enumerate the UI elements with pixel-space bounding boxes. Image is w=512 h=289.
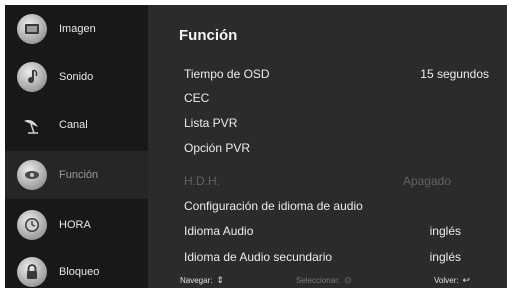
menu-row-label: H.D.H. bbox=[184, 174, 220, 188]
back-hint-label: Volver: bbox=[434, 276, 459, 285]
menu-row-secondary-audio-language[interactable]: Idioma de Audio secundario inglés bbox=[184, 250, 489, 270]
main-panel: Función Tiempo de OSD 15 segundos CEC Li… bbox=[148, 5, 507, 288]
sidebar-item-funcion[interactable]: Función bbox=[5, 151, 148, 199]
sidebar-item-label: Función bbox=[59, 169, 99, 181]
function-icon bbox=[17, 160, 47, 190]
footer-hints: Navegar: ⇕ Seleccionar: ⊙ Volver: ↩ bbox=[180, 275, 487, 288]
menu-row-label: Tiempo de OSD bbox=[184, 67, 270, 81]
menu-row-value: inglés bbox=[429, 224, 461, 238]
select-hint: Seleccionar: ⊙ bbox=[296, 275, 352, 286]
sidebar: Imagen Sonido Canal Función HORA Bloqueo bbox=[5, 5, 148, 288]
menu-row-pvr-option[interactable]: Opción PVR bbox=[184, 141, 489, 161]
satellite-dish-icon bbox=[17, 110, 47, 140]
sidebar-item-hora[interactable]: HORA bbox=[5, 201, 148, 249]
menu-row-label: Opción PVR bbox=[184, 141, 251, 155]
back-arrow-icon: ↩ bbox=[462, 275, 471, 285]
menu-row-label: CEC bbox=[184, 91, 210, 105]
menu-row-value: inglés bbox=[429, 250, 461, 264]
menu-row-value: 15 segundos bbox=[420, 67, 489, 81]
navigate-hint: Navegar: ⇕ bbox=[180, 275, 224, 286]
select-hint-label: Seleccionar: bbox=[296, 276, 341, 285]
sidebar-item-canal[interactable]: Canal bbox=[5, 101, 148, 149]
back-hint: Volver: ↩ bbox=[434, 275, 470, 286]
sidebar-item-label: Imagen bbox=[59, 23, 96, 35]
ok-icon: ⊙ bbox=[344, 275, 352, 285]
sidebar-item-sonido[interactable]: Sonido bbox=[5, 53, 148, 101]
sidebar-item-label: Sonido bbox=[59, 71, 94, 83]
menu-row-audio-language[interactable]: Idioma Audio inglés bbox=[184, 224, 489, 244]
menu-row-hdh: H.D.H. Apagado bbox=[184, 174, 489, 194]
sidebar-item-label: Bloqueo bbox=[59, 266, 100, 278]
navigate-arrows-icon: ⇕ bbox=[216, 275, 225, 285]
navigate-hint-label: Navegar: bbox=[180, 276, 213, 285]
lock-icon bbox=[17, 257, 47, 287]
menu-row-value: Apagado bbox=[402, 174, 451, 188]
clock-icon bbox=[17, 210, 47, 240]
menu-row-label: Idioma Audio bbox=[184, 224, 254, 238]
menu-row-label: Configuración de idioma de audio bbox=[184, 199, 363, 213]
sidebar-item-imagen[interactable]: Imagen bbox=[5, 5, 148, 53]
menu-row-label: Idioma de Audio secundario bbox=[184, 250, 333, 264]
sidebar-item-bloqueo[interactable]: Bloqueo bbox=[5, 248, 148, 288]
menu-row-osd-time[interactable]: Tiempo de OSD 15 segundos bbox=[184, 67, 489, 87]
picture-icon bbox=[17, 14, 47, 44]
tv-menu-screen: Imagen Sonido Canal Función HORA Bloqueo… bbox=[5, 5, 507, 288]
menu-row-cec[interactable]: CEC bbox=[184, 91, 489, 111]
menu-row-pvr-list[interactable]: Lista PVR bbox=[184, 116, 489, 136]
menu-row-audio-language-config[interactable]: Configuración de idioma de audio bbox=[184, 199, 489, 219]
page-title: Función bbox=[179, 27, 238, 44]
music-note-icon bbox=[17, 62, 47, 92]
sidebar-item-label: Canal bbox=[59, 119, 88, 131]
sidebar-item-label: HORA bbox=[59, 219, 91, 231]
menu-row-label: Lista PVR bbox=[184, 116, 238, 130]
